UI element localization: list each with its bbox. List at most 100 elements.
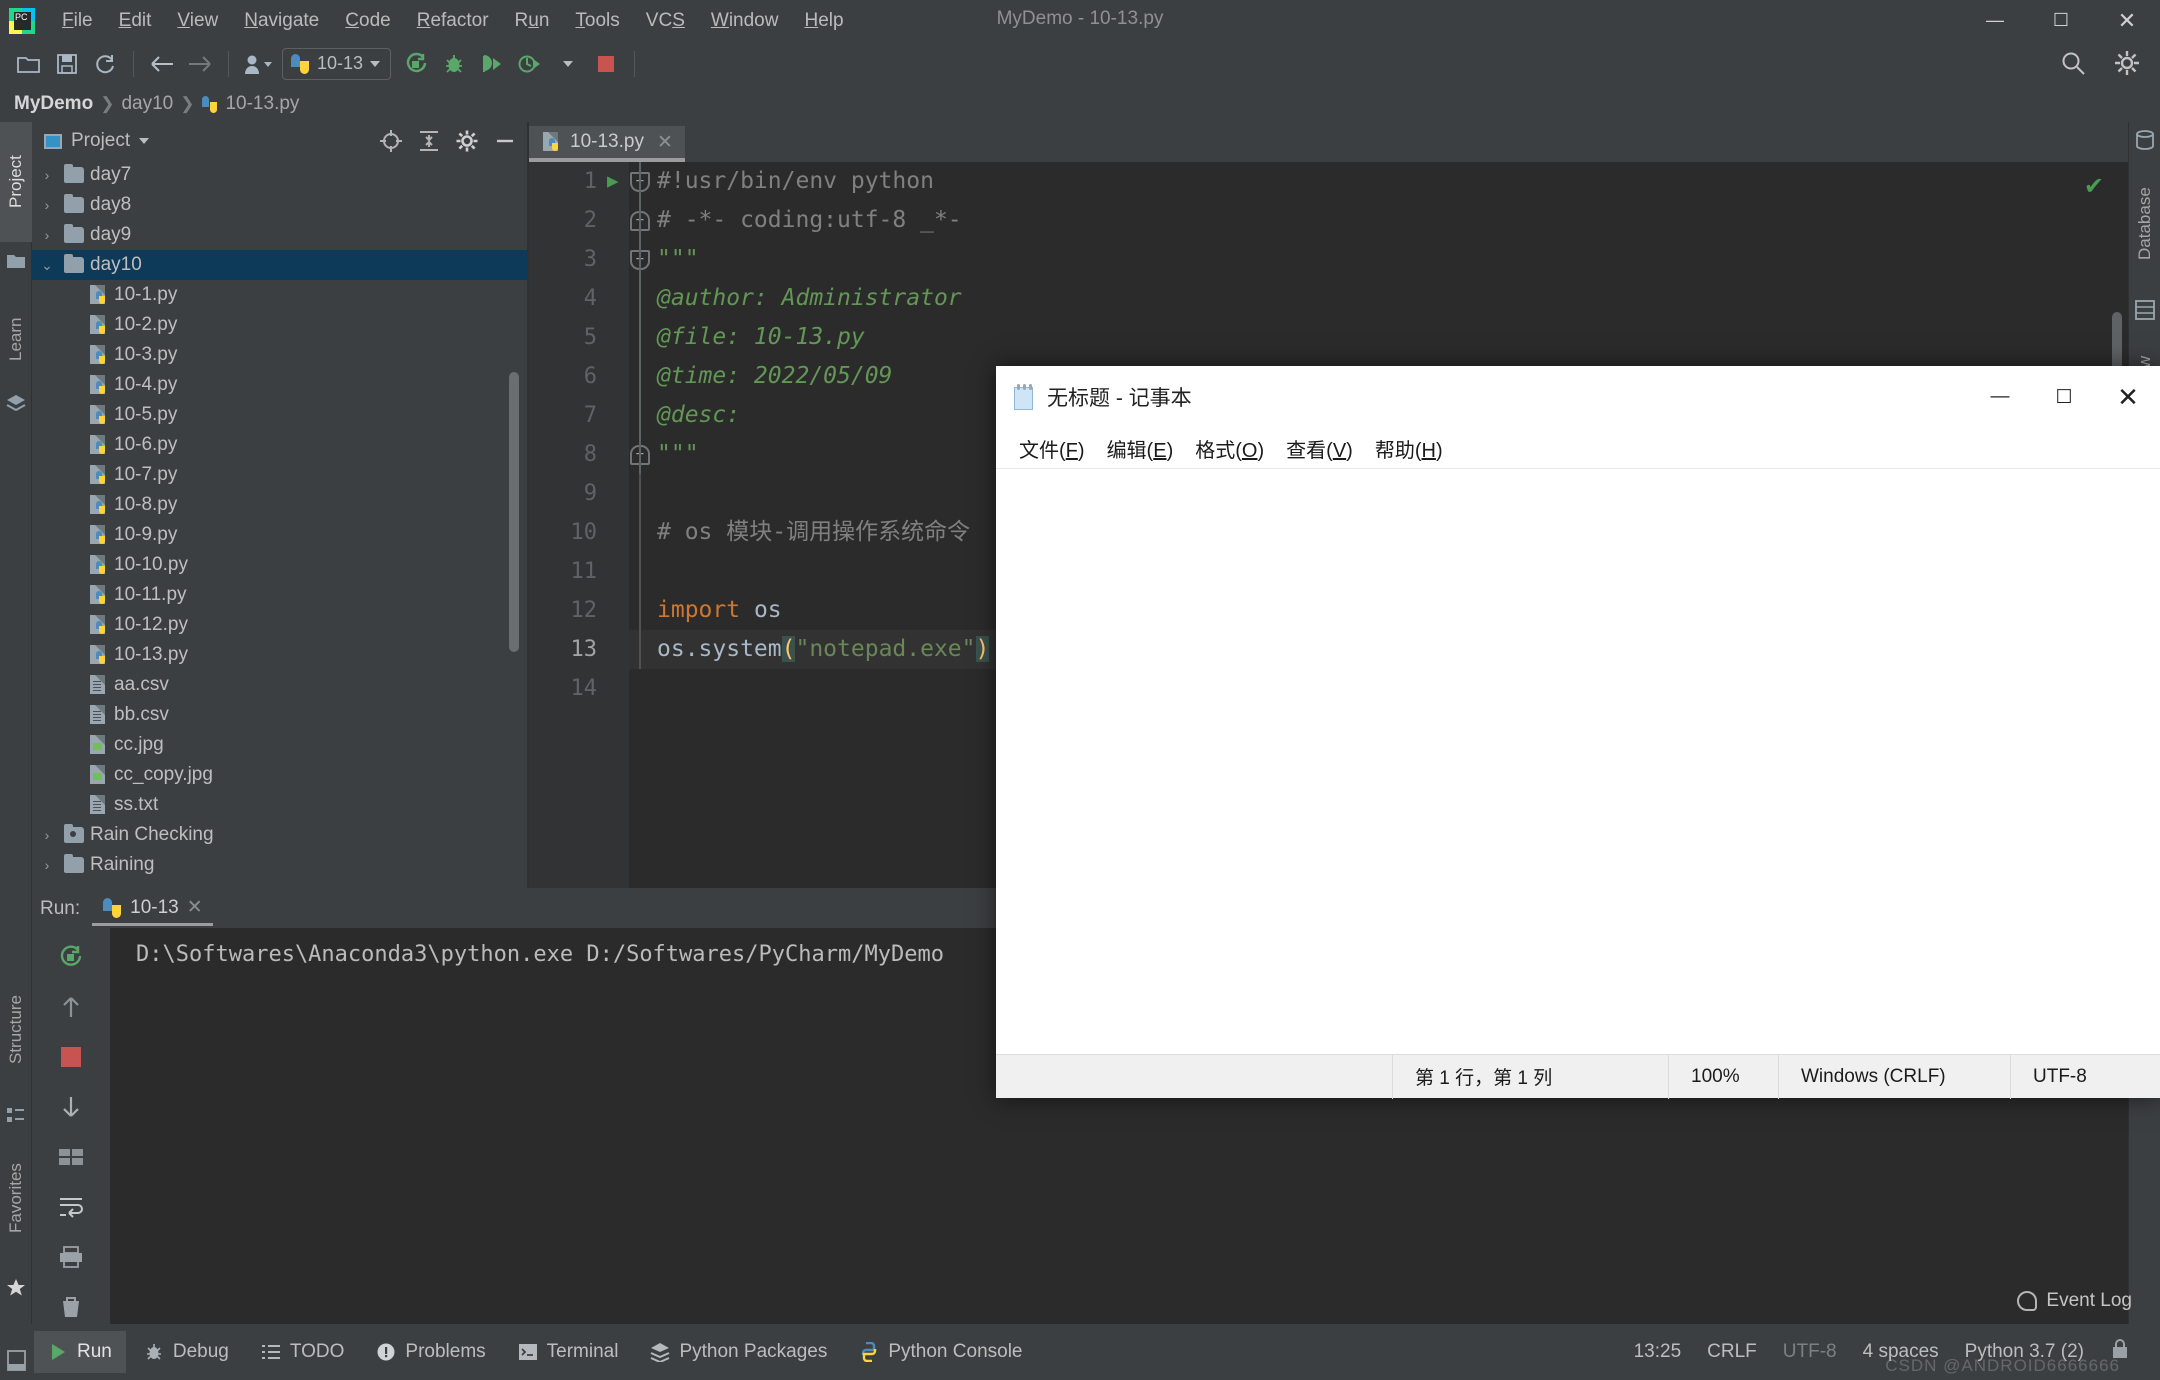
run-tab-10-13[interactable]: 10-13 ✕ xyxy=(92,892,213,926)
stop-icon[interactable] xyxy=(54,1040,88,1074)
chevron-down-icon-2[interactable] xyxy=(549,45,587,83)
notepad-text-area[interactable] xyxy=(996,468,2160,1054)
debug-icon[interactable] xyxy=(435,45,473,83)
indent-setting[interactable]: 4 spaces xyxy=(1863,1341,1939,1363)
tree-row[interactable]: › day9 xyxy=(32,220,527,250)
folder-icon[interactable] xyxy=(6,252,26,272)
menu-navigate[interactable]: Navigate xyxy=(231,6,332,36)
sciview-grid-icon[interactable] xyxy=(2135,300,2155,320)
interpreter[interactable]: Python 3.7 (2) xyxy=(1965,1341,2084,1363)
stop-icon[interactable] xyxy=(587,45,625,83)
tree-row[interactable]: 10-6.py xyxy=(32,430,527,460)
caret-position[interactable]: 13:25 xyxy=(1634,1341,1682,1363)
menu-help[interactable]: Help xyxy=(791,6,856,36)
notepad-menu-item-4[interactable]: 帮助(H) xyxy=(1364,431,1454,466)
sidebar-item-learn[interactable]: Learn xyxy=(0,290,32,388)
notepad-minimize-button[interactable]: — xyxy=(1968,366,2032,428)
tree-row[interactable]: ss.txt xyxy=(32,790,527,820)
main-menu-bar[interactable]: File Edit View Navigate Code Refactor Run Tools… xyxy=(49,6,857,36)
scroll-up-icon[interactable] xyxy=(54,990,88,1024)
minimize-button[interactable]: — xyxy=(1962,0,2028,41)
tree-row[interactable]: 10-4.py xyxy=(32,370,527,400)
show-tool-windows-icon[interactable] xyxy=(7,1350,27,1372)
star-icon[interactable] xyxy=(6,1278,26,1298)
scroll-down-icon[interactable] xyxy=(54,1090,88,1124)
code-line[interactable]: 5 @file: 10-13.py xyxy=(529,318,2128,357)
profile-icon[interactable] xyxy=(511,45,549,83)
notepad-menu-item-1[interactable]: 编辑(E) xyxy=(1096,431,1185,466)
notepad-menu-bar[interactable]: 文件(F) 编辑(E) 格式(O) 查看(V) 帮助(H) xyxy=(996,428,2160,468)
run-coverage-icon[interactable] xyxy=(473,45,511,83)
close-button[interactable]: ✕ xyxy=(2094,0,2160,41)
menu-tools[interactable]: Tools xyxy=(562,6,632,36)
notepad-title-bar[interactable]: 无标题 - 记事本 — ☐ ✕ xyxy=(996,366,2160,428)
tree-row[interactable]: › Raining xyxy=(32,850,527,880)
chevron-down-icon[interactable]: ⌄ xyxy=(36,257,58,274)
status-tab-python-packages[interactable]: Python Packages xyxy=(636,1331,841,1373)
tree-row[interactable]: 10-1.py xyxy=(32,280,527,310)
notepad-maximize-button[interactable]: ☐ xyxy=(2032,366,2096,428)
close-icon[interactable]: ✕ xyxy=(187,896,203,919)
sidebar-item-database[interactable]: Database xyxy=(2129,160,2160,288)
encoding[interactable]: UTF-8 xyxy=(1783,1341,1837,1363)
notepad-menu-item-2[interactable]: 格式(O) xyxy=(1184,431,1275,466)
close-icon[interactable]: ✕ xyxy=(657,131,673,154)
rerun-icon[interactable] xyxy=(54,940,88,974)
structure-icon[interactable] xyxy=(6,1106,26,1126)
print-icon[interactable] xyxy=(54,1240,88,1274)
chevron-right-icon[interactable]: › xyxy=(36,857,58,873)
menu-refactor[interactable]: Refactor xyxy=(404,6,502,36)
code-line[interactable]: 3−""" xyxy=(529,240,2128,279)
save-icon[interactable] xyxy=(48,45,86,83)
status-tab-problems[interactable]: Problems xyxy=(362,1331,499,1373)
chevron-right-icon[interactable]: › xyxy=(36,197,58,213)
user-icon[interactable] xyxy=(238,45,276,83)
sidebar-item-structure[interactable]: Structure xyxy=(0,966,32,1094)
tree-row[interactable]: bb.csv xyxy=(32,700,527,730)
status-tab-terminal[interactable]: Terminal xyxy=(504,1331,633,1373)
status-tab-todo[interactable]: TODO xyxy=(247,1331,359,1373)
menu-view[interactable]: View xyxy=(164,6,231,36)
locate-crosshair-icon[interactable] xyxy=(379,129,403,153)
tree-row[interactable]: aa.csv xyxy=(32,670,527,700)
status-tab-run[interactable]: Run xyxy=(34,1331,126,1373)
forward-arrow-icon[interactable] xyxy=(181,45,219,83)
tree-row[interactable]: 10-10.py xyxy=(32,550,527,580)
sidebar-item-favorites[interactable]: Favorites xyxy=(0,1136,32,1260)
thread-dump-icon[interactable] xyxy=(54,1140,88,1174)
line-separator[interactable]: CRLF xyxy=(1707,1341,1757,1363)
sidebar-item-project[interactable]: Project xyxy=(0,122,32,242)
menu-vcs[interactable]: VCS xyxy=(633,6,698,36)
search-icon[interactable] xyxy=(2054,44,2092,82)
code-line[interactable]: 1▶−#!usr/bin/env python xyxy=(529,162,2128,201)
breadcrumb-item-0[interactable]: MyDemo xyxy=(14,93,93,115)
lock-icon[interactable] xyxy=(2110,1338,2130,1366)
tree-row[interactable]: ⌄ day10 xyxy=(32,250,527,280)
chevron-right-icon[interactable]: › xyxy=(36,827,58,843)
status-bar-tool-tabs[interactable]: Run Debug TODO Problems Terminal Python Packa… xyxy=(0,1331,1037,1373)
notepad-menu-item-3[interactable]: 查看(V) xyxy=(1275,431,1364,466)
sync-icon[interactable] xyxy=(86,45,124,83)
menu-code[interactable]: Code xyxy=(332,6,403,36)
code-line[interactable]: 4 @author: Administrator xyxy=(529,279,2128,318)
chevron-right-icon[interactable]: › xyxy=(36,167,58,183)
run-gutter-icon[interactable]: ▶ xyxy=(607,162,618,201)
tree-row[interactable]: cc.jpg xyxy=(32,730,527,760)
tree-row[interactable]: 10-7.py xyxy=(32,460,527,490)
tree-row[interactable]: 10-8.py xyxy=(32,490,527,520)
editor-tab-10-13[interactable]: 10-13.py ✕ xyxy=(529,126,685,162)
tree-row[interactable]: › Rain Checking xyxy=(32,820,527,850)
minimize-icon[interactable] xyxy=(493,129,517,153)
breadcrumb-item-2[interactable]: 10-13.py xyxy=(225,93,299,115)
maximize-button[interactable]: ☐ xyxy=(2028,0,2094,41)
menu-window[interactable]: Window xyxy=(698,6,792,36)
tree-row[interactable]: 10-12.py xyxy=(32,610,527,640)
notepad-menu-item-0[interactable]: 文件(F) xyxy=(1008,431,1096,466)
chevron-right-icon[interactable]: › xyxy=(36,227,58,243)
back-arrow-icon[interactable] xyxy=(143,45,181,83)
menu-run[interactable]: Run xyxy=(502,6,563,36)
tree-row[interactable]: 10-13.py xyxy=(32,640,527,670)
run-configuration-selector[interactable]: 10-13 xyxy=(282,47,392,80)
project-scrollbar[interactable] xyxy=(509,372,519,652)
run-icon[interactable] xyxy=(397,45,435,83)
